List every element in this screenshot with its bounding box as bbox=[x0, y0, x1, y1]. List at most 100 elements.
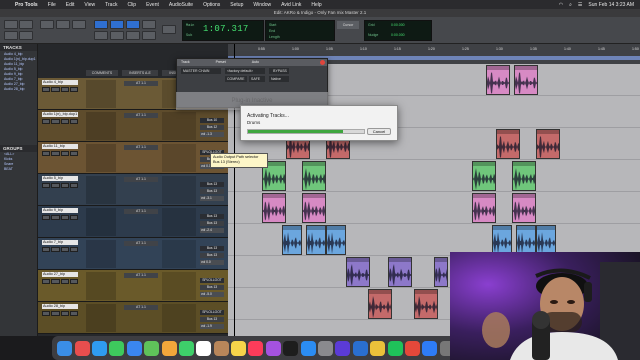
comments-cell[interactable] bbox=[86, 208, 116, 236]
inserts-f-j-cell[interactable] bbox=[162, 240, 196, 268]
audio-clip[interactable] bbox=[282, 225, 302, 255]
facetime-icon[interactable] bbox=[178, 340, 194, 356]
insert-slot[interactable]: AT 1.1 bbox=[124, 177, 158, 182]
scrub-tool-button[interactable] bbox=[110, 31, 124, 40]
inserts-f-j-cell[interactable] bbox=[162, 176, 196, 204]
menu-setup[interactable]: Setup bbox=[225, 2, 248, 8]
audio-clip[interactable] bbox=[262, 193, 286, 223]
inserts-f-j-cell[interactable] bbox=[162, 304, 196, 332]
volume-readout[interactable]: vol -1.9 bbox=[200, 324, 224, 329]
solo-button[interactable] bbox=[60, 183, 69, 188]
input-monitor-button[interactable] bbox=[51, 183, 60, 188]
izotope-icon[interactable] bbox=[370, 340, 386, 356]
track-row[interactable]: Audio 1(n)_bip.dup1 AT 1.1 Bus 10 Bus 12 vol… bbox=[38, 110, 228, 142]
smart-tool-button[interactable] bbox=[94, 31, 108, 40]
output-path-selector[interactable]: Bus 13 bbox=[200, 253, 224, 258]
plugin-native-button[interactable]: Native bbox=[269, 76, 289, 82]
calendar-icon[interactable] bbox=[196, 340, 212, 356]
track-row[interactable]: Audio 27_bip AT 1.1 SPLOLLOOT Bus 13 vol -5.… bbox=[38, 270, 228, 302]
volume-readout[interactable]: vol -2.4 bbox=[200, 228, 224, 233]
mute-button[interactable] bbox=[69, 247, 78, 252]
zoom-button[interactable] bbox=[40, 20, 54, 29]
selector-tool-button[interactable] bbox=[110, 20, 124, 29]
inserts-f-j-cell[interactable] bbox=[162, 272, 196, 300]
audio-clip[interactable] bbox=[472, 161, 496, 191]
zoom-out-button[interactable] bbox=[72, 20, 86, 29]
group-item[interactable]: BEAT bbox=[0, 167, 37, 172]
app-store-icon[interactable] bbox=[300, 340, 316, 356]
audio-clip[interactable] bbox=[346, 257, 370, 287]
menu-avid-link[interactable]: Avid Link bbox=[276, 2, 306, 8]
podcasts-icon[interactable] bbox=[265, 340, 281, 356]
menu-clip[interactable]: Clip bbox=[122, 2, 141, 8]
audio-clip[interactable] bbox=[434, 257, 448, 287]
track-row[interactable]: Audio 28_bip AT 1.1 SPLOLLOOT Bus 13 vol -1.… bbox=[38, 302, 228, 334]
input-path-selector[interactable]: Bus 13 bbox=[200, 246, 224, 251]
comments-cell[interactable] bbox=[86, 240, 116, 268]
comments-cell[interactable] bbox=[86, 176, 116, 204]
input-monitor-button[interactable] bbox=[51, 87, 60, 92]
solo-button[interactable] bbox=[60, 279, 69, 284]
music-icon[interactable] bbox=[248, 340, 264, 356]
input-monitor-button[interactable] bbox=[51, 151, 60, 156]
comments-cell[interactable] bbox=[86, 272, 116, 300]
plugin-compare-button[interactable]: COMPARE bbox=[225, 76, 247, 82]
insert-slot[interactable]: AT 1.1 bbox=[124, 81, 158, 86]
menu-help[interactable]: Help bbox=[306, 2, 326, 8]
audio-clip[interactable] bbox=[388, 257, 412, 287]
input-monitor-button[interactable] bbox=[51, 215, 60, 220]
grid-value[interactable]: 0:00.000 bbox=[391, 23, 405, 27]
maps-icon[interactable] bbox=[144, 340, 160, 356]
output-path-selector[interactable]: Bus 13 bbox=[200, 317, 224, 322]
cancel-button[interactable]: Cancel bbox=[367, 128, 391, 135]
input-path-selector[interactable]: Bus 10 bbox=[200, 118, 224, 123]
contacts-icon[interactable] bbox=[213, 340, 229, 356]
input-monitor-button[interactable] bbox=[51, 311, 60, 316]
mute-button[interactable] bbox=[69, 87, 78, 92]
insert-slot[interactable]: AT 1.1 bbox=[124, 305, 158, 310]
menu-file[interactable]: File bbox=[43, 2, 61, 8]
plugin-preset-select[interactable]: <factory default> bbox=[225, 68, 265, 74]
menu-track[interactable]: Track bbox=[100, 2, 122, 8]
record-button[interactable] bbox=[42, 215, 51, 220]
mute-button[interactable] bbox=[69, 151, 78, 156]
track-name[interactable]: Audio 28_bip bbox=[42, 304, 78, 309]
volume-readout[interactable]: vol -1.3 bbox=[200, 132, 224, 137]
nudge-label[interactable]: Nudge bbox=[368, 33, 378, 37]
input-monitor-button[interactable] bbox=[51, 279, 60, 284]
track-name[interactable]: Audio 1(n)_bip.dup1 bbox=[42, 112, 78, 117]
chrome-icon[interactable] bbox=[405, 340, 420, 356]
trim-tool-button[interactable] bbox=[94, 20, 108, 29]
volume-readout[interactable]: vol -5.0 bbox=[200, 292, 224, 297]
photos-icon[interactable] bbox=[161, 340, 177, 356]
search-icon[interactable]: ⌕ bbox=[569, 2, 572, 8]
shuffle-mode-button[interactable] bbox=[4, 20, 18, 29]
mute-button[interactable] bbox=[69, 119, 78, 124]
track-name[interactable]: Audio 9_bip bbox=[42, 208, 78, 213]
audio-clip[interactable] bbox=[536, 129, 560, 159]
spotify-icon[interactable] bbox=[387, 340, 403, 356]
zoom-tool-button[interactable] bbox=[126, 31, 140, 40]
audio-clip[interactable] bbox=[414, 289, 438, 319]
output-path-selector[interactable]: Bus 12 bbox=[200, 125, 224, 130]
track-name[interactable]: Audio 27_bip bbox=[42, 272, 78, 277]
audio-clip[interactable] bbox=[302, 161, 326, 191]
solo-button[interactable] bbox=[60, 87, 69, 92]
comments-cell[interactable] bbox=[86, 304, 116, 332]
waves-icon[interactable] bbox=[352, 340, 368, 356]
track-name[interactable]: Audio 11_bip bbox=[42, 144, 78, 149]
track-lane[interactable] bbox=[228, 192, 640, 224]
insert-slot[interactable]: AT 1.1 bbox=[124, 273, 158, 278]
menu-event[interactable]: Event bbox=[141, 2, 164, 8]
input-path-selector[interactable]: SPLOLLOOT bbox=[200, 278, 224, 283]
spot-mode-button[interactable] bbox=[4, 31, 18, 40]
record-button[interactable] bbox=[42, 119, 51, 124]
launchpad-icon[interactable] bbox=[74, 340, 90, 356]
audio-clip[interactable] bbox=[516, 225, 536, 255]
finder-icon[interactable] bbox=[57, 340, 73, 356]
track-name[interactable]: Audio 5_bip bbox=[42, 176, 78, 181]
plugin-bypass-button[interactable]: BYPASS bbox=[269, 68, 289, 74]
track-row[interactable]: Audio 9_bip AT 1.1 Bus 13 Bus 13 vol -2.4 bbox=[38, 206, 228, 238]
record-button[interactable] bbox=[42, 247, 51, 252]
menu-window[interactable]: Window bbox=[248, 2, 276, 8]
